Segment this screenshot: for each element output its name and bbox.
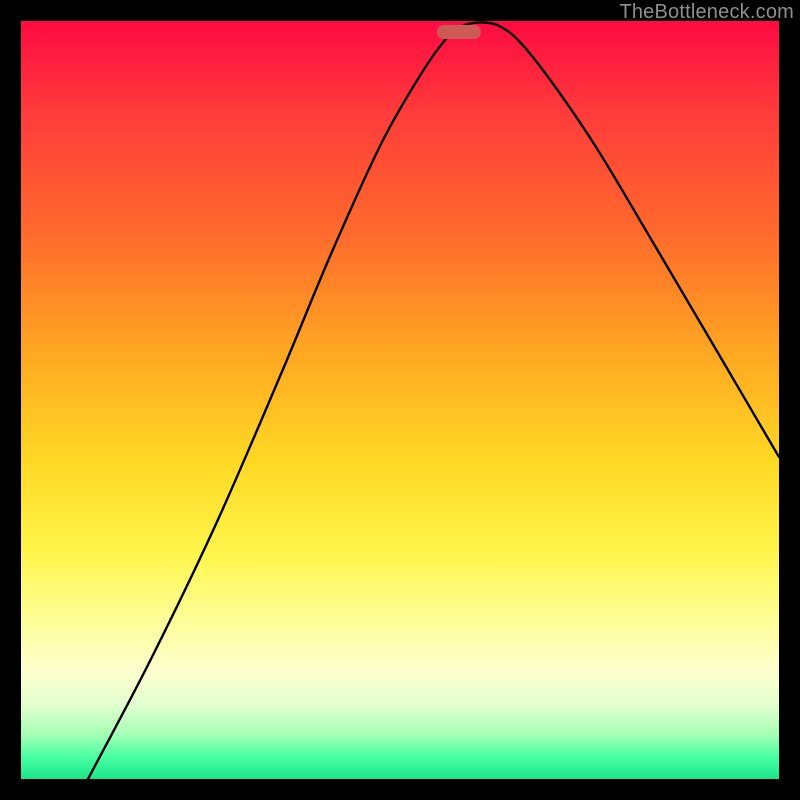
optimal-point-marker: [437, 25, 481, 39]
bottleneck-curve: [21, 21, 779, 779]
chart-frame: TheBottleneck.com: [0, 0, 800, 800]
plot-area: [21, 21, 779, 779]
